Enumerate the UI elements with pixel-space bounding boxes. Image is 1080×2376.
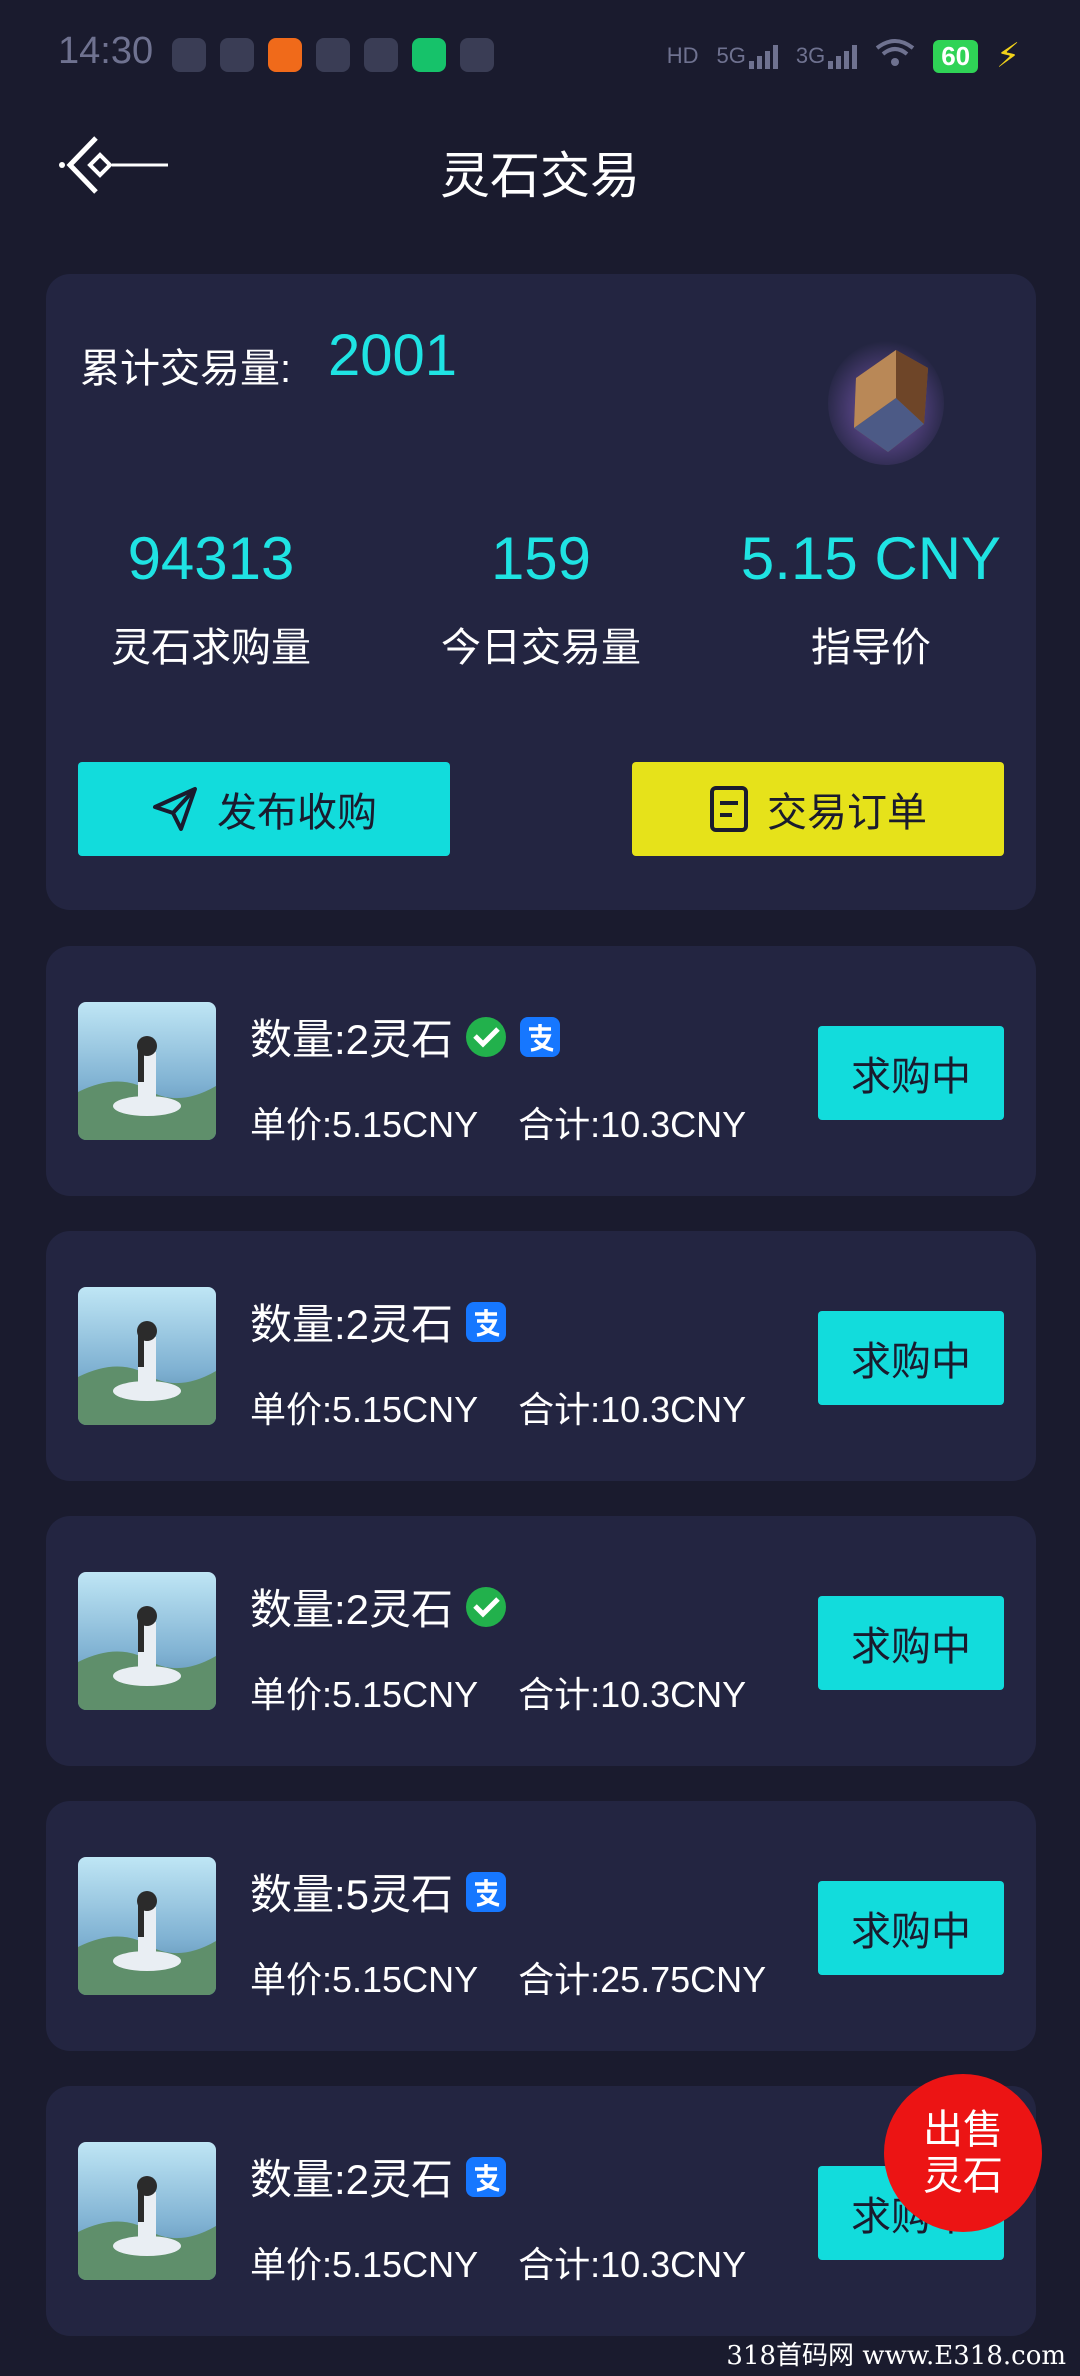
stat-label: 今日交易量 [441, 626, 641, 670]
total-volume-value: 2001 [328, 323, 458, 388]
publish-purchase-label: 发布收购 [217, 791, 377, 835]
watermark: 318首码网 www.E318.com [726, 2341, 1066, 2371]
mail-icon [316, 38, 350, 72]
alipay-icon [466, 1301, 507, 1342]
purchase-order-item[interactable]: 数量:2灵石 单价:5.15CNY 合计:10.3CNY 求购中 [46, 946, 1036, 1196]
trade-summary-card: 累计交易量: 2001 94313 灵石求购量 159 今日交易量 5.15 C… [46, 274, 1036, 910]
charging-icon: ⚡ [996, 37, 1020, 75]
stat-value: 94313 [127, 525, 295, 592]
order-total: 合计:10.3CNY [518, 1104, 747, 1145]
alipay-icon [466, 1871, 507, 1912]
purchasing-status-button[interactable]: 求购中 [818, 1881, 1004, 1975]
stat-label: 指导价 [811, 626, 931, 670]
alipay-icon [520, 1016, 561, 1057]
page-title: 灵石交易 [440, 148, 640, 204]
status-bar: 14:30 HD 5G 3G 60 ⚡ [0, 0, 1080, 110]
sell-label-line2: 灵石 [923, 2154, 1003, 2198]
signal-5g-icon: 5G [716, 43, 778, 69]
wechat-pay-icon [466, 1586, 507, 1627]
trade-orders-label: 交易订单 [767, 791, 927, 835]
document-icon [710, 786, 748, 832]
stats-row: 94313 灵石求购量 159 今日交易量 5.15 CNY 指导价 [46, 524, 1036, 673]
wechat-pay-icon [466, 1016, 507, 1057]
order-quantity: 数量:5灵石 [250, 1861, 507, 1922]
order-total: 合计:25.75CNY [518, 1959, 767, 2000]
stat-label: 灵石求购量 [111, 626, 311, 670]
game-thumbnail [78, 1857, 216, 1995]
spirit-stone-icon [828, 341, 944, 465]
order-total: 合计:10.3CNY [518, 1389, 747, 1430]
stat-guide-price: 5.15 CNY 指导价 [706, 524, 1036, 673]
notification-icons [172, 38, 494, 72]
order-total: 合计:10.3CNY [518, 2244, 747, 2285]
purchase-order-item[interactable]: 数量:2灵石 单价:5.15CNY 合计:10.3CNY 求购中 [46, 1516, 1036, 1766]
order-price-row: 单价:5.15CNY 合计:10.3CNY [250, 1381, 746, 1433]
browser-icon [460, 38, 494, 72]
stat-value: 5.15 CNY [740, 525, 1002, 592]
game-thumbnail [78, 1002, 216, 1140]
order-price-row: 单价:5.15CNY 合计:25.75CNY [250, 1951, 766, 2003]
alipay-icon [466, 2156, 507, 2197]
game-thumbnail [78, 1287, 216, 1425]
battery-icon: 60 [933, 39, 979, 73]
order-quantity: 数量:2灵石 [250, 2146, 507, 2207]
message-icon [172, 38, 206, 72]
wifi-icon [875, 38, 915, 74]
unit-price: 单价:5.15CNY [250, 1674, 479, 1715]
video-icon [364, 38, 398, 72]
sell-label-line1: 出售 [923, 2108, 1003, 2152]
purchasing-status-button[interactable]: 求购中 [818, 1596, 1004, 1690]
order-price-row: 单价:5.15CNY 合计:10.3CNY [250, 2236, 746, 2288]
order-price-row: 单价:5.15CNY 合计:10.3CNY [250, 1666, 746, 1718]
order-quantity: 数量:2灵石 [250, 1576, 507, 1637]
order-price-row: 单价:5.15CNY 合计:10.3CNY [250, 1096, 746, 1148]
app-notification-icon [268, 38, 302, 72]
publish-purchase-button[interactable]: 发布收购 [78, 762, 450, 856]
game-thumbnail [78, 1572, 216, 1710]
unit-price: 单价:5.15CNY [250, 2244, 479, 2285]
stat-today-volume: 159 今日交易量 [376, 524, 706, 673]
app-header: 灵石交易 [0, 110, 1080, 220]
hd-icon: HD [666, 43, 699, 68]
purchase-order-item[interactable]: 数量:5灵石 单价:5.15CNY 合计:25.75CNY 求购中 [46, 1801, 1036, 2051]
send-icon [153, 787, 197, 831]
iqiyi-icon [412, 38, 446, 72]
signal-3g-icon: 3G [796, 43, 858, 69]
status-indicators: HD 5G 3G 60 ⚡ [667, 36, 1020, 76]
wechat-icon [220, 38, 254, 72]
unit-price: 单价:5.15CNY [250, 1389, 479, 1430]
order-quantity: 数量:2灵石 [250, 1006, 561, 1067]
purchasing-status-button[interactable]: 求购中 [818, 1026, 1004, 1120]
status-time: 14:30 [58, 30, 154, 72]
unit-price: 单价:5.15CNY [250, 1959, 479, 2000]
unit-price: 单价:5.15CNY [250, 1104, 479, 1145]
order-total: 合计:10.3CNY [518, 1674, 747, 1715]
game-thumbnail [78, 2142, 216, 2280]
stat-value: 159 [490, 525, 592, 592]
order-quantity: 数量:2灵石 [250, 1291, 507, 1352]
purchase-order-item[interactable]: 数量:2灵石 单价:5.15CNY 合计:10.3CNY 求购中 [46, 1231, 1036, 1481]
purchasing-status-button[interactable]: 求购中 [818, 1311, 1004, 1405]
purchase-order-item[interactable]: 数量:2灵石 单价:5.15CNY 合计:10.3CNY 求购中 [46, 2086, 1036, 2336]
total-volume-label: 累计交易量: [80, 347, 292, 391]
stat-purchase-demand: 94313 灵石求购量 [46, 524, 376, 673]
sell-spirit-stone-button[interactable]: 出售 灵石 [884, 2074, 1042, 2232]
trade-orders-button[interactable]: 交易订单 [632, 762, 1004, 856]
